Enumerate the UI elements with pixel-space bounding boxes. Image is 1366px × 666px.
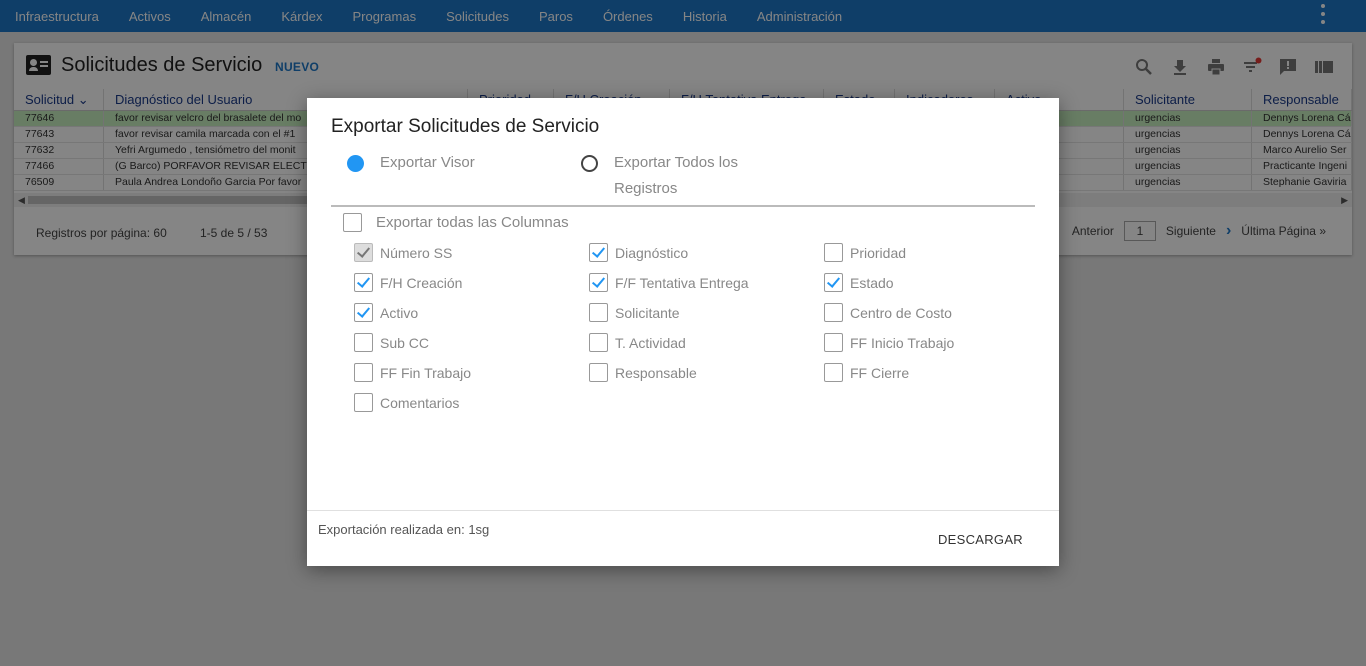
checkbox-label: FF Inicio Trabajo xyxy=(850,334,955,351)
checkbox-column-numero-ss: Número SS xyxy=(354,243,452,262)
checkbox-empty-icon xyxy=(824,363,843,382)
radio-unselected-icon xyxy=(581,155,598,172)
checkbox-column-diagnostico[interactable]: Diagnóstico xyxy=(589,243,688,262)
checkbox-column-solicitante[interactable]: Solicitante xyxy=(589,303,680,322)
divider xyxy=(331,205,1035,207)
checkbox-label: Prioridad xyxy=(850,244,907,261)
checkbox-label: FF Cierre xyxy=(850,364,910,381)
checkbox-column-f-h-creacion[interactable]: F/H Creación xyxy=(354,273,462,292)
radio-label: Exportar Todos los Registros xyxy=(614,154,738,197)
checkbox-column-ff-fin-trabajo[interactable]: FF Fin Trabajo xyxy=(354,363,471,382)
checkbox-column-responsable[interactable]: Responsable xyxy=(589,363,697,382)
checkbox-column-activo[interactable]: Activo xyxy=(354,303,418,322)
checkbox-label: Responsable xyxy=(615,364,697,381)
checkbox-empty-icon xyxy=(354,393,373,412)
checkbox-column-centro-de-costo[interactable]: Centro de Costo xyxy=(824,303,952,322)
checkbox-checked-icon xyxy=(354,303,373,322)
export-dialog: Exportar Solicitudes de Servicio Exporta… xyxy=(307,98,1059,566)
checkbox-column-ff-cierre[interactable]: FF Cierre xyxy=(824,363,909,382)
checkbox-column-estado[interactable]: Estado xyxy=(824,273,894,292)
checkbox-empty-icon xyxy=(354,363,373,382)
checkbox-empty-icon xyxy=(824,243,843,262)
checkbox-label: Solicitante xyxy=(615,304,680,321)
checkbox-label: F/F Tentativa Entrega xyxy=(615,274,749,291)
radio-label: Exportar Visor xyxy=(380,154,475,171)
radio-selected-icon xyxy=(347,155,364,172)
checkbox-column-f-f-tentativa-entrega[interactable]: F/F Tentativa Entrega xyxy=(589,273,749,292)
checkbox-label: Número SS xyxy=(380,244,453,261)
checkbox-box xyxy=(343,213,362,232)
checkbox-column-sub-cc[interactable]: Sub CC xyxy=(354,333,429,352)
checkbox-label: Diagnóstico xyxy=(615,244,689,261)
checkbox-export-all-columns[interactable]: Exportar todas las Columnas xyxy=(343,213,569,232)
checkbox-column-prioridad[interactable]: Prioridad xyxy=(824,243,906,262)
radio-export-all-records[interactable]: Exportar Todos los Registros xyxy=(581,154,771,202)
checkbox-label: Sub CC xyxy=(380,334,430,351)
checkbox-label: Activo xyxy=(380,304,419,321)
checkbox-column-ff-inicio-trabajo[interactable]: FF Inicio Trabajo xyxy=(824,333,954,352)
checkbox-label: Exportar todas las Columnas xyxy=(376,214,569,231)
checkbox-checked-icon xyxy=(354,273,373,292)
checkbox-label: FF Fin Trabajo xyxy=(380,364,472,381)
checkbox-empty-icon xyxy=(824,333,843,352)
checkbox-empty-icon xyxy=(824,303,843,322)
checkbox-checked-icon xyxy=(589,243,608,262)
checkbox-label: T. Actividad xyxy=(615,334,686,351)
checkbox-checked-icon xyxy=(354,243,373,262)
export-status: Exportación realizada en: 1sg xyxy=(318,522,490,537)
checkbox-column-comentarios[interactable]: Comentarios xyxy=(354,393,459,412)
download-button[interactable]: DESCARGAR xyxy=(938,532,1023,547)
checkbox-label: Centro de Costo xyxy=(850,304,952,321)
dialog-title: Exportar Solicitudes de Servicio xyxy=(331,116,600,137)
export-scope-radio-group: Exportar Visor Exportar Todos los Regist… xyxy=(345,154,1035,206)
checkbox-label: F/H Creación xyxy=(380,274,463,291)
checkbox-checked-icon xyxy=(824,273,843,292)
checkbox-column-t-actividad[interactable]: T. Actividad xyxy=(589,333,686,352)
checkbox-empty-icon xyxy=(354,333,373,352)
dialog-footer: Exportación realizada en: 1sg DESCARGAR xyxy=(307,510,1059,566)
checkbox-empty-icon xyxy=(589,303,608,322)
radio-export-visor[interactable]: Exportar Visor xyxy=(347,154,475,176)
checkbox-empty-icon xyxy=(589,363,608,382)
checkbox-label: Comentarios xyxy=(380,394,460,411)
checkbox-empty-icon xyxy=(589,333,608,352)
checkbox-checked-icon xyxy=(589,273,608,292)
checkbox-label: Estado xyxy=(850,274,894,291)
